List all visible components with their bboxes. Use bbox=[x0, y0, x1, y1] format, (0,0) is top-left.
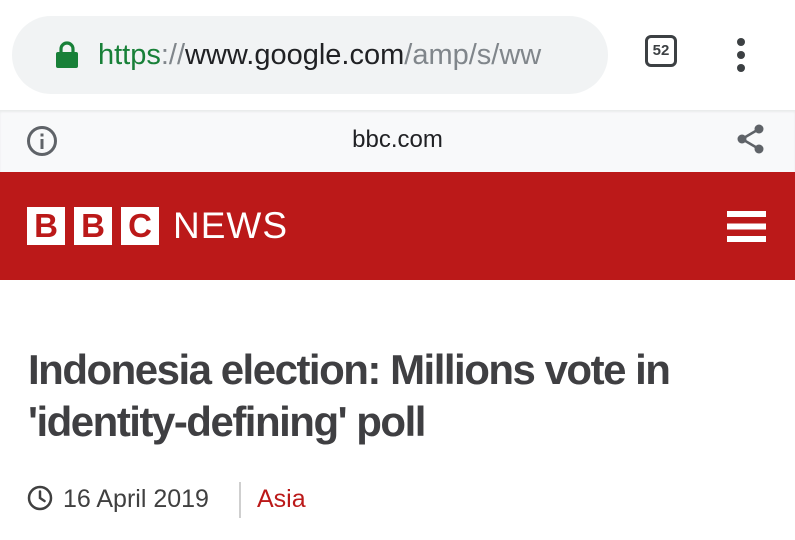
url-scheme: https bbox=[98, 39, 161, 71]
logo-block: B bbox=[27, 207, 65, 245]
site-header: B B C NEWS bbox=[0, 172, 795, 280]
share-icon[interactable] bbox=[735, 123, 767, 155]
logo-block: B bbox=[74, 207, 112, 245]
lock-icon bbox=[56, 41, 78, 68]
amp-domain[interactable]: bbc.com bbox=[0, 124, 795, 156]
amp-viewer-bar: bbc.com bbox=[0, 110, 795, 172]
article-headline: Indonesia election: Millions vote in 'id… bbox=[28, 346, 671, 445]
more-vert-icon[interactable] bbox=[734, 37, 748, 73]
meta-divider bbox=[239, 482, 241, 518]
clock-icon bbox=[27, 485, 53, 511]
section-link[interactable]: Asia bbox=[257, 484, 306, 514]
url-host: www.google.com bbox=[185, 39, 405, 71]
hamburger-menu-icon[interactable] bbox=[727, 211, 766, 242]
url-text: https://www.google.com/amp/s/ww bbox=[98, 37, 541, 73]
logo-news-word: NEWS bbox=[173, 205, 288, 246]
article-meta: 16 April 2019 Asia bbox=[27, 480, 627, 520]
browser-toolbar: https://www.google.com/amp/s/ww 52 bbox=[0, 0, 795, 110]
logo-block: C bbox=[121, 207, 159, 245]
tab-switcher-button[interactable]: 52 bbox=[645, 35, 677, 67]
url-separator: :// bbox=[160, 39, 186, 71]
url-path: /amp/s/ww bbox=[404, 39, 542, 71]
article-date: 16 April 2019 bbox=[63, 485, 209, 513]
address-bar[interactable]: https://www.google.com/amp/s/ww bbox=[12, 16, 608, 94]
